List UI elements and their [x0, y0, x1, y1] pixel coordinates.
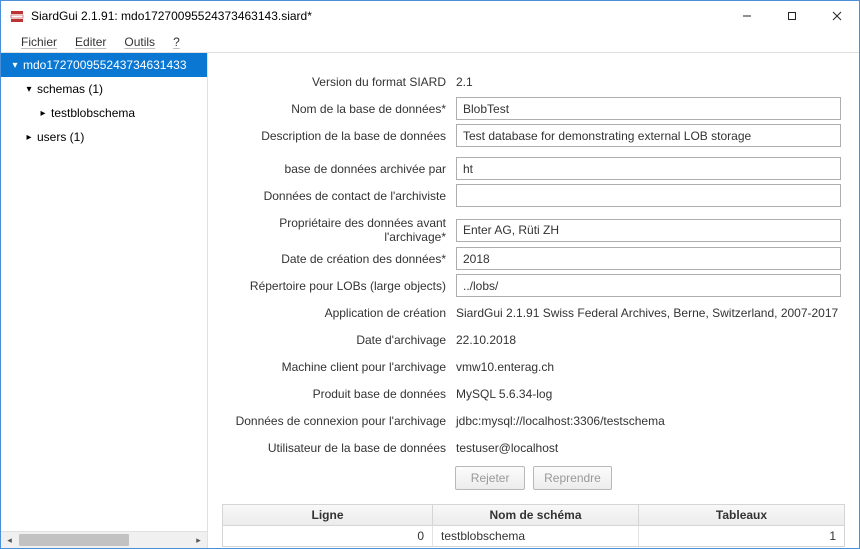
input-archived-by[interactable] [456, 157, 841, 180]
form-buttons: Rejeter Reprendre [226, 466, 841, 490]
td-tableaux: 1 [639, 526, 844, 546]
tree-schema-item[interactable]: ▸ testblobschema [1, 101, 207, 125]
label-contact: Données de contact de l'archiviste [226, 189, 456, 203]
label-user: Utilisateur de la base de données [226, 441, 456, 455]
scroll-thumb[interactable] [19, 534, 129, 546]
body: ▾ mdo172700955243734631433 ▾ schemas (1)… [1, 53, 859, 548]
tree-root-label: mdo172700955243734631433 [23, 58, 187, 72]
tree-users[interactable]: ▸ users (1) [1, 125, 207, 149]
tree-item-label: users (1) [37, 130, 84, 144]
label-owner: Propriétaire des données avant l'archiva… [226, 216, 456, 244]
input-creation-date[interactable] [456, 247, 841, 270]
main-panel: Version du format SIARD 2.1 Nom de la ba… [208, 53, 859, 548]
label-db-name: Nom de la base de données* [226, 102, 456, 116]
value-product: MySQL 5.6.34-log [456, 387, 841, 401]
label-machine: Machine client pour l'archivage [226, 360, 456, 374]
label-connection: Données de connexion pour l'archivage [226, 414, 456, 428]
input-lob-dir[interactable] [456, 274, 841, 297]
td-nom: testblobschema [433, 526, 639, 546]
tree-schemas[interactable]: ▾ schemas (1) [1, 77, 207, 101]
value-machine: vmw10.enterag.ch [456, 360, 841, 374]
minimize-button[interactable] [724, 1, 769, 31]
menu-tools[interactable]: Outils [116, 33, 163, 51]
label-creation-date: Date de création des données* [226, 252, 456, 266]
tree: ▾ mdo172700955243734631433 ▾ schemas (1)… [1, 53, 207, 531]
sidebar-hscroll[interactable]: ◂ ▸ [1, 531, 207, 548]
label-archived-by: base de données archivée par [226, 162, 456, 176]
schema-table: Ligne Nom de schéma Tableaux 0 testblobs… [222, 504, 845, 547]
menu-file[interactable]: Fichier [13, 33, 65, 51]
value-user: testuser@localhost [456, 441, 841, 455]
label-lob-dir: Répertoire pour LOBs (large objects) [226, 279, 456, 293]
label-siard-version: Version du format SIARD [226, 75, 456, 89]
close-button[interactable] [814, 1, 859, 31]
sidebar: ▾ mdo172700955243734631433 ▾ schemas (1)… [1, 53, 208, 548]
app-icon [9, 8, 25, 24]
label-app: Application de création [226, 306, 456, 320]
menubar: Fichier Editer Outils ? [1, 31, 859, 53]
tree-item-label: testblobschema [51, 106, 135, 120]
metadata-form: Version du format SIARD 2.1 Nom de la ba… [208, 53, 859, 504]
chevron-right-icon: ▸ [37, 108, 49, 119]
app-window: SiardGui 2.1.91: mdo17270095524373463143… [0, 0, 860, 549]
th-ligne: Ligne [223, 505, 433, 525]
input-db-desc[interactable] [456, 124, 841, 147]
scroll-right-icon[interactable]: ▸ [190, 532, 207, 549]
maximize-button[interactable] [769, 1, 814, 31]
label-db-desc: Description de la base de données [226, 129, 456, 143]
input-owner[interactable] [456, 219, 841, 242]
menu-help[interactable]: ? [165, 33, 188, 51]
th-nom: Nom de schéma [433, 505, 639, 525]
label-archive-date: Date d'archivage [226, 333, 456, 347]
input-db-name[interactable] [456, 97, 841, 120]
reject-button[interactable]: Rejeter [455, 466, 525, 490]
table-header: Ligne Nom de schéma Tableaux [223, 505, 844, 526]
value-connection: jdbc:mysql://localhost:3306/testschema [456, 414, 841, 428]
tree-root[interactable]: ▾ mdo172700955243734631433 [1, 53, 207, 77]
scroll-left-icon[interactable]: ◂ [1, 532, 18, 549]
value-app: SiardGui 2.1.91 Swiss Federal Archives, … [456, 306, 841, 320]
table-row[interactable]: 0 testblobschema 1 [223, 526, 844, 546]
input-contact[interactable] [456, 184, 841, 207]
tree-item-label: schemas (1) [37, 82, 103, 96]
menu-edit[interactable]: Editer [67, 33, 114, 51]
label-product: Produit base de données [226, 387, 456, 401]
window-controls [724, 1, 859, 31]
chevron-down-icon: ▾ [9, 60, 21, 71]
td-ligne: 0 [223, 526, 433, 546]
window-title: SiardGui 2.1.91: mdo17270095524373463143… [31, 9, 724, 23]
titlebar: SiardGui 2.1.91: mdo17270095524373463143… [1, 1, 859, 31]
value-archive-date: 22.10.2018 [456, 333, 841, 347]
resume-button[interactable]: Reprendre [533, 466, 612, 490]
value-siard-version: 2.1 [456, 75, 841, 89]
th-tableaux: Tableaux [639, 505, 844, 525]
chevron-down-icon: ▾ [23, 84, 35, 95]
chevron-right-icon: ▸ [23, 132, 35, 143]
